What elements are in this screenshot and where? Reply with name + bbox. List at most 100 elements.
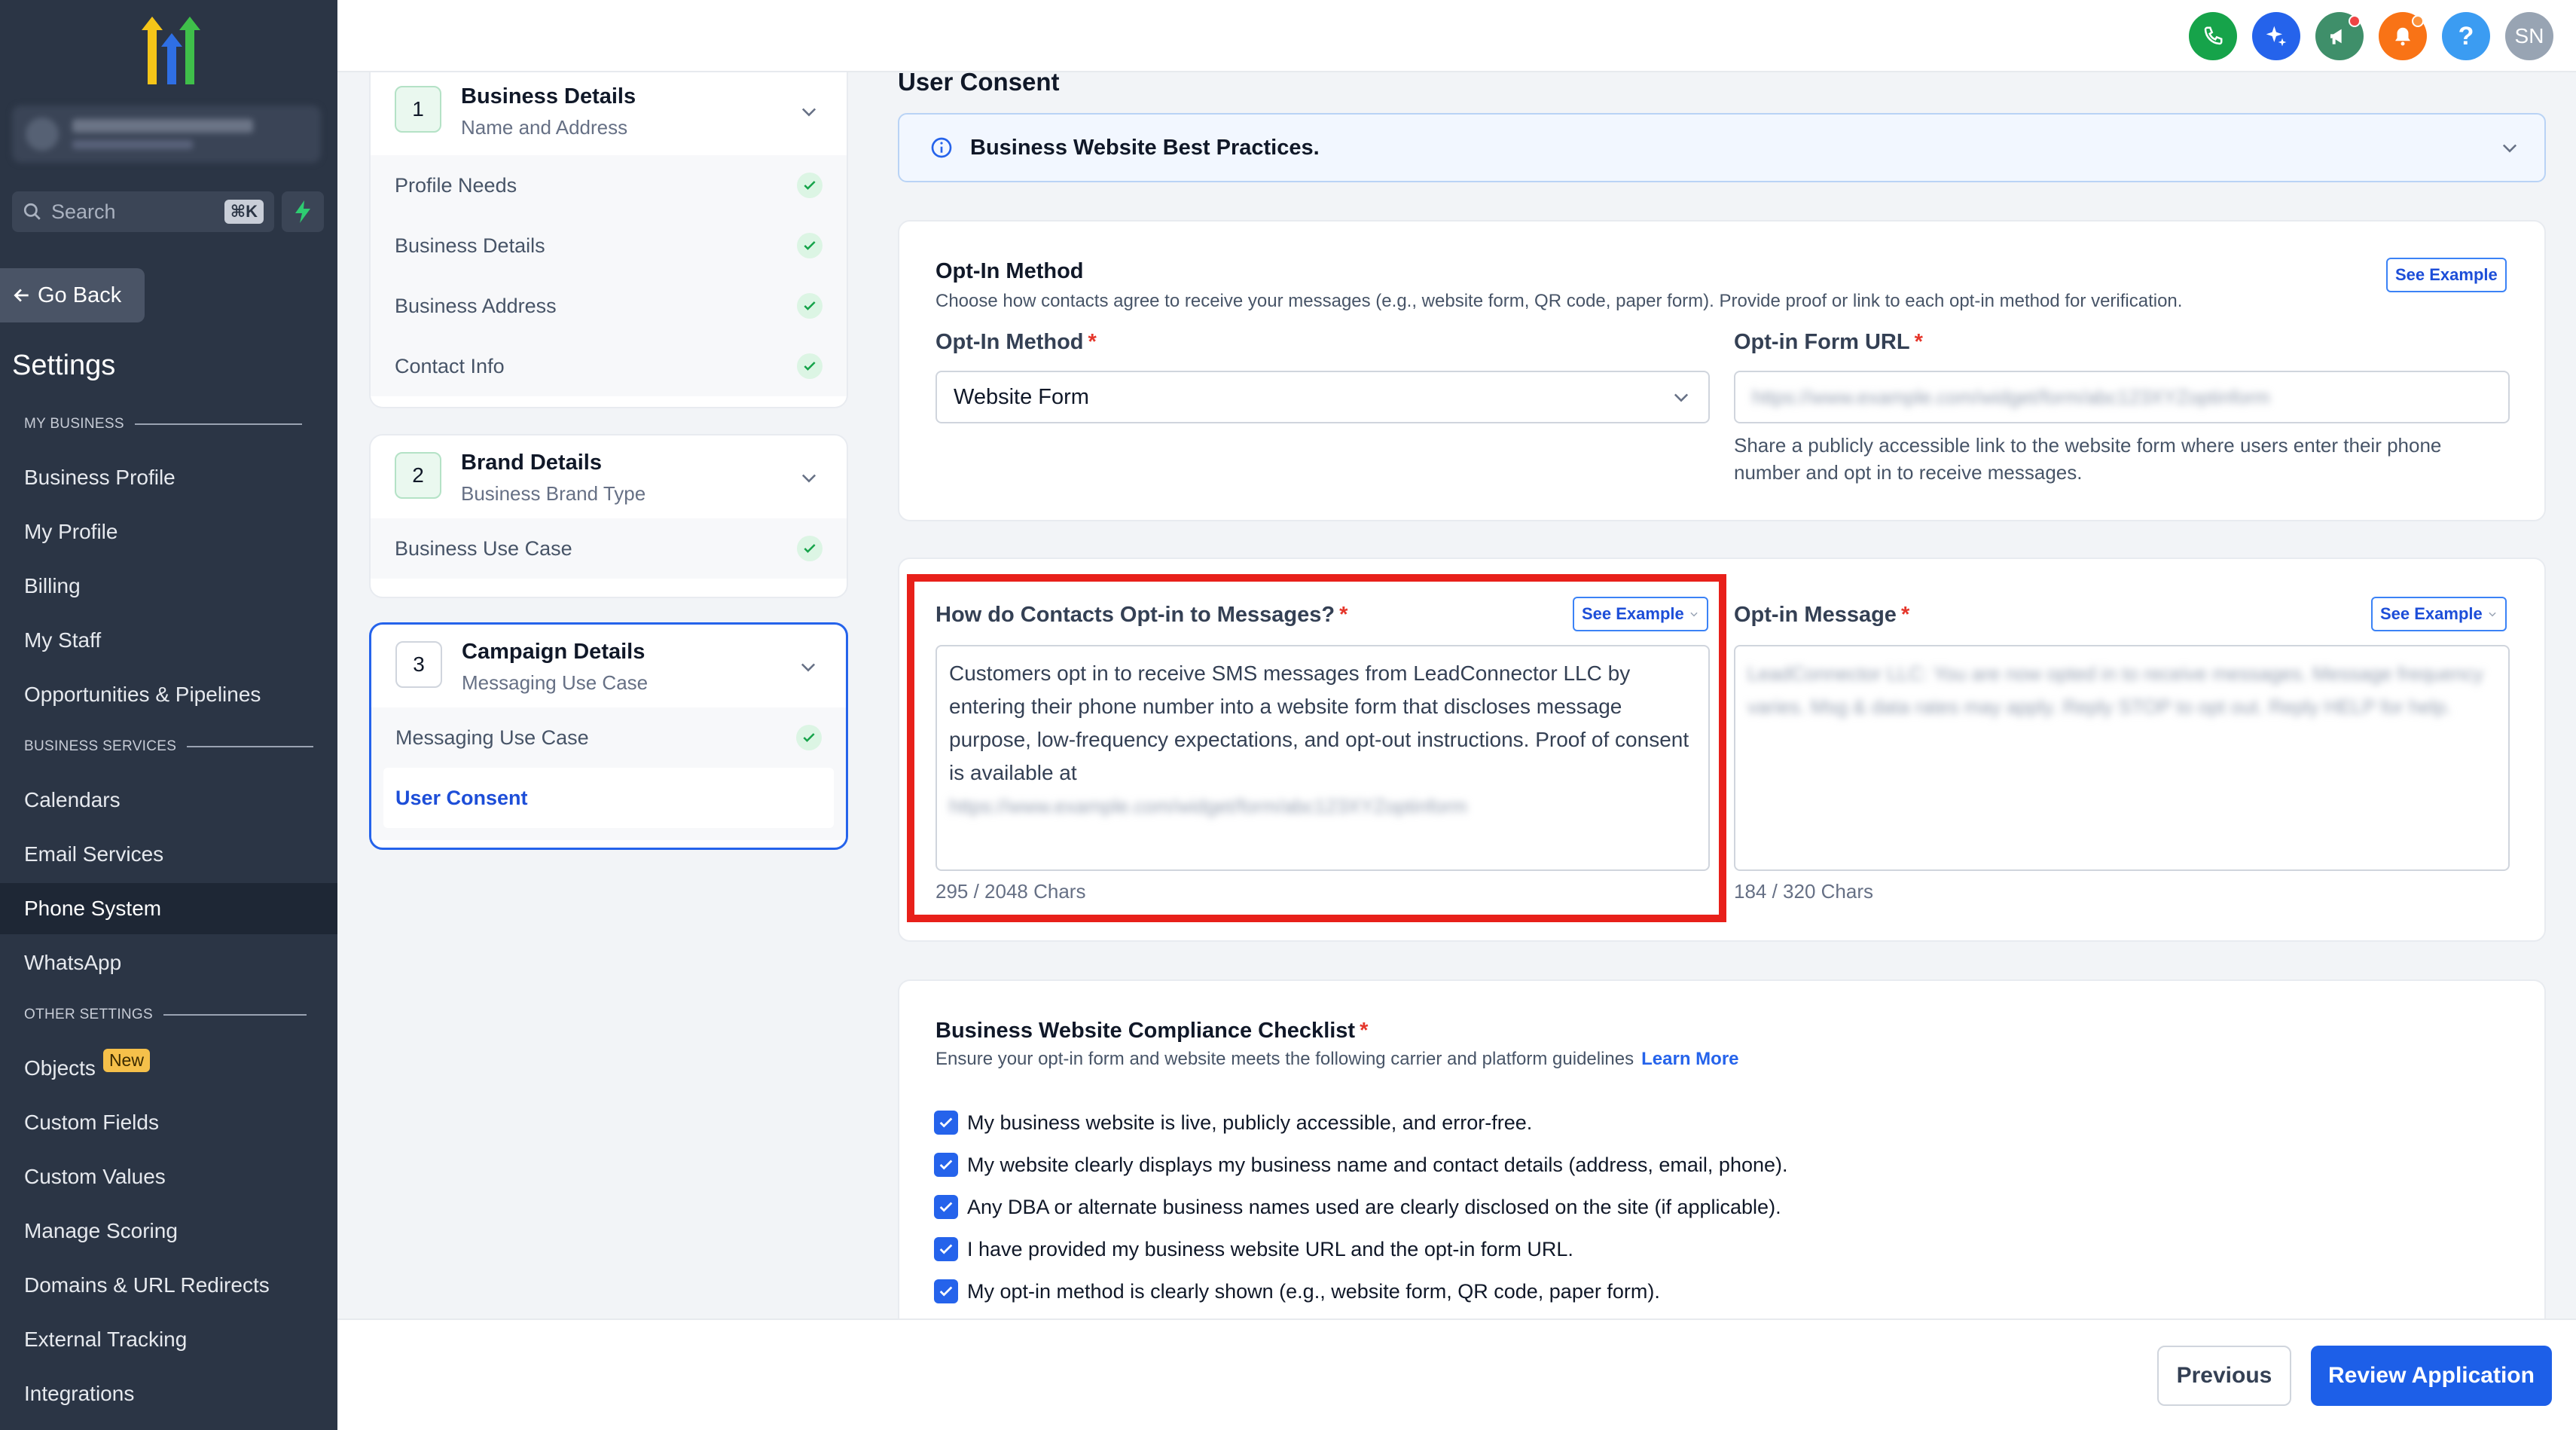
help-icon: ? [2458,21,2474,50]
checklist-item[interactable]: Any DBA or alternate business names used… [934,1195,1781,1219]
section-business-services: BUSINESS SERVICES [24,738,314,755]
optin-url-help-line-2: number and opt in to receive messages. [1734,461,2083,484]
step-item-user-consent[interactable]: User Consent [383,768,834,828]
sidebar-item-phone-system[interactable]: Phone System [0,883,337,934]
step-subitems: Messaging Use Case User Consent [371,707,846,840]
check-icon [797,293,823,319]
step-header[interactable]: 2 Brand Details Business Brand Type [371,435,847,518]
megaphone-icon [2330,29,2342,44]
check-icon [797,233,823,258]
optin-url-help-line-1: Share a publicly accessible link to the … [1734,434,2442,457]
step-item-profile-needs[interactable]: Profile Needs [371,155,847,215]
optin-message-label: Opt-in Message * [1734,603,1910,627]
optin-url-label: Opt-in Form URL * [1734,330,1923,354]
step-brand-details: 2 Brand Details Business Brand Type Busi… [369,434,848,598]
optin-url-input[interactable]: https://www.example.com/widget/form/abc1… [1734,371,2510,423]
sidebar-item-my-staff[interactable]: My Staff [0,615,337,666]
step-item-messaging-use-case[interactable]: Messaging Use Case [371,707,846,768]
step-subtitle: Business Brand Type [461,482,646,505]
step-item-business-details[interactable]: Business Details [371,215,847,276]
review-application-button[interactable]: Review Application [2311,1346,2552,1406]
notification-dot [2349,15,2361,27]
sidebar-item-custom-fields[interactable]: Custom Fields [0,1097,337,1148]
optin-method-select[interactable]: Website Form [935,371,1710,423]
section-my-business: MY BUSINESS [24,416,302,432]
sidebar-item-manage-scoring[interactable]: Manage Scoring [0,1205,337,1257]
sidebar-item-opportunities[interactable]: Opportunities & Pipelines [0,669,337,720]
step-campaign-details: 3 Campaign Details Messaging Use Case Me… [369,622,848,850]
bell-icon [2395,27,2410,46]
checkbox-checked-icon[interactable] [934,1237,958,1261]
sidebar-item-calendars[interactable]: Calendars [0,775,337,826]
optin-heading: Opt-In Method [935,259,1084,283]
avatar-initials: SN [2514,24,2544,47]
sidebar-item-custom-values[interactable]: Custom Values [0,1151,337,1202]
checkbox-checked-icon[interactable] [934,1153,958,1177]
step-item-contact-info[interactable]: Contact Info [371,336,847,396]
optin-method-card: Opt-In Method Choose how contacts agree … [898,220,2546,521]
sidebar-search[interactable]: Search ⌘K [12,191,274,232]
step-number: 1 [395,86,441,133]
step-item-business-address[interactable]: Business Address [371,276,847,336]
go-back-button[interactable]: Go Back [0,268,145,322]
checkbox-checked-icon[interactable] [934,1111,958,1135]
sidebar-item-domains[interactable]: Domains & URL Redirects [0,1260,337,1311]
step-item-business-use-case[interactable]: Business Use Case [371,518,847,579]
checklist-item[interactable]: My business website is live, publicly ac… [934,1111,1532,1135]
checklist-description: Ensure your opt-in form and website meet… [935,1049,1739,1069]
step-title: Business Details [461,84,636,108]
quick-action-button[interactable] [282,191,324,232]
learn-more-link[interactable]: Learn More [1641,1049,1738,1069]
optin-message-textarea[interactable]: LeadConnector LLC: You are now opted in … [1734,645,2510,871]
see-example-button[interactable]: See Example [2371,597,2507,631]
previous-button[interactable]: Previous [2157,1346,2291,1406]
notifications-button[interactable] [2379,12,2427,60]
sidebar-item-business-profile[interactable]: Business Profile [0,452,337,503]
step-subitems: Business Use Case [371,518,847,579]
see-example-button[interactable]: See Example [2386,258,2507,292]
user-avatar[interactable]: SN [2505,12,2553,60]
checklist-item[interactable]: My opt-in method is clearly shown (e.g.,… [934,1279,1660,1303]
phone-button[interactable] [2189,12,2237,60]
sidebar-item-objects[interactable]: Objects New [0,1043,337,1094]
sidebar-item-whatsapp[interactable]: WhatsApp [0,937,337,988]
account-switcher[interactable] [12,105,321,163]
step-header[interactable]: 1 Business Details Name and Address [371,72,847,155]
banner-text: Business Website Best Practices. [970,135,1320,160]
step-number: 2 [395,452,441,499]
chevron-down-icon [801,474,816,483]
go-back-label: Go Back [38,283,122,307]
best-practices-banner[interactable]: Business Website Best Practices. [898,113,2546,182]
sidebar-item-external-tracking[interactable]: External Tracking [0,1314,337,1365]
section-other-settings: OTHER SETTINGS [24,1007,307,1023]
highlight-box [907,574,1726,922]
sidebar-item-my-profile[interactable]: My Profile [0,506,337,558]
sidebar-item-email-services[interactable]: Email Services [0,829,337,880]
app-logo-icon [142,17,200,84]
checkbox-checked-icon[interactable] [934,1279,958,1303]
search-shortcut: ⌘K [224,200,264,224]
sidebar-item-billing[interactable]: Billing [0,561,337,612]
chevron-down-icon [801,108,816,117]
ai-assistant-button[interactable] [2252,12,2300,60]
chevron-down-icon [1674,393,1689,402]
lightning-icon [295,200,310,223]
sidebar-item-integrations[interactable]: Integrations [0,1368,337,1419]
step-header[interactable]: 3 Campaign Details Messaging Use Case [371,625,846,707]
step-subtitle: Name and Address [461,116,628,139]
check-icon [796,725,822,750]
optin-description: Choose how contacts agree to receive you… [935,291,2183,311]
help-button[interactable]: ? [2442,12,2490,60]
check-icon [797,353,823,379]
info-icon [931,137,952,158]
checklist-item[interactable]: My website clearly displays my business … [934,1153,1788,1177]
optin-method-label: Opt-In Method * [935,330,1097,354]
message-char-count: 184 / 320 Chars [1734,880,1874,903]
search-placeholder: Search [51,200,116,223]
checkbox-checked-icon[interactable] [934,1195,958,1219]
notification-dot [2412,15,2424,27]
checklist-item[interactable]: I have provided my business website URL … [934,1237,1573,1261]
announcements-button[interactable] [2315,12,2364,60]
step-subtitle: Messaging Use Case [462,671,649,694]
sidebar: Search ⌘K Go Back Settings MY BUSINESS B… [0,0,337,1430]
